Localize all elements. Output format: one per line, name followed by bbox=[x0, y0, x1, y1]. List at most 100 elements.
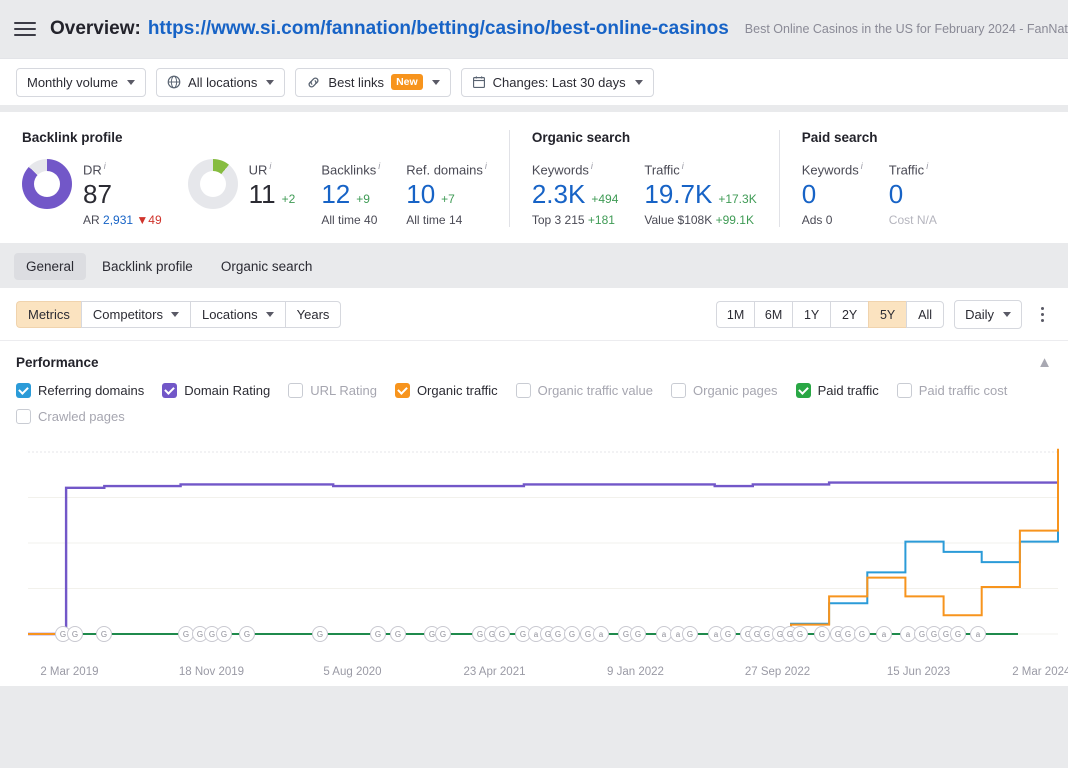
checkbox[interactable] bbox=[395, 383, 410, 398]
event-marker-label: G bbox=[499, 630, 505, 639]
checkbox[interactable] bbox=[288, 383, 303, 398]
event-marker-label: G bbox=[72, 630, 78, 639]
granularity-dropdown[interactable]: Daily bbox=[954, 300, 1022, 329]
metric-delta: +494 bbox=[591, 192, 618, 206]
event-marker-label: G bbox=[555, 630, 561, 639]
metric-paid-traffic[interactable]: Traffici 0 Cost N/A bbox=[889, 159, 937, 227]
group-title: Organic search bbox=[532, 130, 757, 145]
info-icon: i bbox=[926, 161, 928, 171]
legend-domain-rating[interactable]: Domain Rating bbox=[162, 383, 270, 398]
event-marker-label: G bbox=[819, 630, 825, 639]
performance-panel: Metrics Competitors Locations Years 1M 6… bbox=[0, 288, 1068, 686]
metric-organic-keywords[interactable]: Keywordsi 2.3K +494 Top 3 215 +181 bbox=[532, 159, 619, 227]
segment-competitors[interactable]: Competitors bbox=[81, 301, 190, 328]
range-all[interactable]: All bbox=[906, 301, 944, 328]
checkbox[interactable] bbox=[516, 383, 531, 398]
event-marker-label: G bbox=[520, 630, 526, 639]
checkbox[interactable] bbox=[162, 383, 177, 398]
performance-chart[interactable]: GGGGGGGGGGGGGGGGGaGGGGaGGaaGaGGGGGGGGGGG… bbox=[0, 438, 1068, 686]
date-range-buttons: 1M 6M 1Y 2Y 5Y All bbox=[716, 301, 944, 328]
range-1y[interactable]: 1Y bbox=[792, 301, 830, 328]
calendar-icon bbox=[472, 75, 486, 89]
tab-organic-search[interactable]: Organic search bbox=[209, 253, 325, 280]
info-icon: i bbox=[269, 161, 271, 171]
hamburger-icon[interactable] bbox=[14, 18, 36, 40]
event-marker-label: G bbox=[764, 630, 770, 639]
legend-organic-pages[interactable]: Organic pages bbox=[671, 383, 778, 398]
legend-referring-domains[interactable]: Referring domains bbox=[16, 383, 144, 398]
metric-label: DRi bbox=[83, 159, 162, 177]
chevron-up-icon[interactable]: ▲ bbox=[1037, 355, 1052, 370]
chart-event-markers: GGGGGGGGGGGGGGGGGaGGGGaGGaaGaGGGGGGGGGGG… bbox=[56, 627, 986, 642]
filter-monthly-volume[interactable]: Monthly volume bbox=[16, 68, 146, 97]
performance-header: Performance ▲ bbox=[0, 341, 1068, 370]
tab-backlink-profile[interactable]: Backlink profile bbox=[90, 253, 205, 280]
tab-general[interactable]: General bbox=[14, 253, 86, 280]
event-marker-label: a bbox=[976, 630, 981, 639]
x-axis-tick-label: 2 Mar 2024 bbox=[1012, 666, 1068, 678]
segment-years[interactable]: Years bbox=[285, 301, 342, 328]
range-5y[interactable]: 5Y bbox=[868, 301, 906, 328]
range-2y[interactable]: 2Y bbox=[830, 301, 868, 328]
event-marker-label: G bbox=[395, 630, 401, 639]
filter-all-locations[interactable]: All locations bbox=[156, 68, 285, 97]
checkbox[interactable] bbox=[16, 383, 31, 398]
x-axis-tick-label: 2 Mar 2019 bbox=[40, 666, 98, 678]
x-axis-tick-label: 18 Nov 2019 bbox=[179, 666, 244, 678]
event-marker-label: G bbox=[859, 630, 865, 639]
metric-paid-keywords[interactable]: Keywordsi 0 Ads 0 bbox=[802, 159, 863, 227]
metric-url-rating[interactable]: URi 11 +2 bbox=[188, 159, 296, 209]
event-marker-label: G bbox=[221, 630, 227, 639]
legend-paid-traffic[interactable]: Paid traffic bbox=[796, 383, 879, 398]
chart-canvas[interactable]: GGGGGGGGGGGGGGGGGaGGGGaGGaaGaGGGGGGGGGGG… bbox=[0, 438, 1068, 666]
group-title: Backlink profile bbox=[22, 130, 487, 145]
event-marker-label: G bbox=[955, 630, 961, 639]
event-marker-label: a bbox=[676, 630, 681, 639]
chart-series bbox=[28, 449, 1058, 634]
event-marker-label: G bbox=[317, 630, 323, 639]
legend-url-rating[interactable]: URL Rating bbox=[288, 383, 377, 398]
metric-subtext: Value $108K +99.1K bbox=[644, 213, 756, 227]
metric-label: Backlinksi bbox=[321, 159, 380, 177]
metric-backlinks[interactable]: Backlinksi 12 +9 All time 40 bbox=[321, 159, 380, 227]
legend-crawled-pages[interactable]: Crawled pages bbox=[16, 409, 125, 424]
metric-domain-rating[interactable]: DRi 87 AR 2,931 ▼49 bbox=[22, 159, 162, 227]
legend-organic-traffic[interactable]: Organic traffic bbox=[395, 383, 498, 398]
segment-metrics[interactable]: Metrics bbox=[16, 301, 81, 328]
event-marker-label: G bbox=[440, 630, 446, 639]
card-divider bbox=[779, 130, 780, 227]
x-axis-tick-label: 27 Sep 2022 bbox=[745, 666, 810, 678]
filter-best-links[interactable]: Best links New bbox=[295, 68, 450, 97]
checkbox[interactable] bbox=[16, 409, 31, 424]
target-url-link[interactable]: https://www.si.com/fannation/betting/cas… bbox=[148, 18, 729, 40]
kebab-menu-icon[interactable] bbox=[1032, 301, 1052, 328]
event-marker-label: G bbox=[919, 630, 925, 639]
metric-legend: Referring domains Domain Rating URL Rati… bbox=[0, 370, 1040, 424]
segment-locations[interactable]: Locations bbox=[190, 301, 285, 328]
checkbox[interactable] bbox=[897, 383, 912, 398]
event-marker-label: G bbox=[60, 630, 66, 639]
info-icon: i bbox=[861, 161, 863, 171]
metric-subtext: AR 2,931 ▼49 bbox=[83, 213, 162, 227]
metric-delta: +9 bbox=[356, 192, 370, 206]
legend-paid-traffic-cost[interactable]: Paid traffic cost bbox=[897, 383, 1008, 398]
dr-donut-chart bbox=[22, 159, 72, 209]
legend-organic-traffic-value[interactable]: Organic traffic value bbox=[516, 383, 653, 398]
checkbox[interactable] bbox=[796, 383, 811, 398]
metric-organic-traffic[interactable]: Traffici 19.7K +17.3K Value $108K +99.1K bbox=[644, 159, 756, 227]
series-organic-traffic bbox=[28, 449, 1058, 634]
filter-changes-range[interactable]: Changes: Last 30 days bbox=[461, 68, 654, 97]
info-icon: i bbox=[682, 161, 684, 171]
event-marker-label: G bbox=[429, 630, 435, 639]
group-title: Paid search bbox=[802, 130, 937, 145]
metric-label: URi bbox=[249, 159, 296, 177]
metric-value: 0 bbox=[802, 179, 816, 209]
filter-label: Best links bbox=[328, 75, 384, 90]
range-1m[interactable]: 1M bbox=[716, 301, 754, 328]
info-icon: i bbox=[485, 161, 487, 171]
metric-delta: +2 bbox=[282, 192, 296, 206]
event-marker-label: G bbox=[687, 630, 693, 639]
range-6m[interactable]: 6M bbox=[754, 301, 792, 328]
checkbox[interactable] bbox=[671, 383, 686, 398]
metric-ref-domains[interactable]: Ref. domainsi 10 +7 All time 14 bbox=[406, 159, 487, 227]
